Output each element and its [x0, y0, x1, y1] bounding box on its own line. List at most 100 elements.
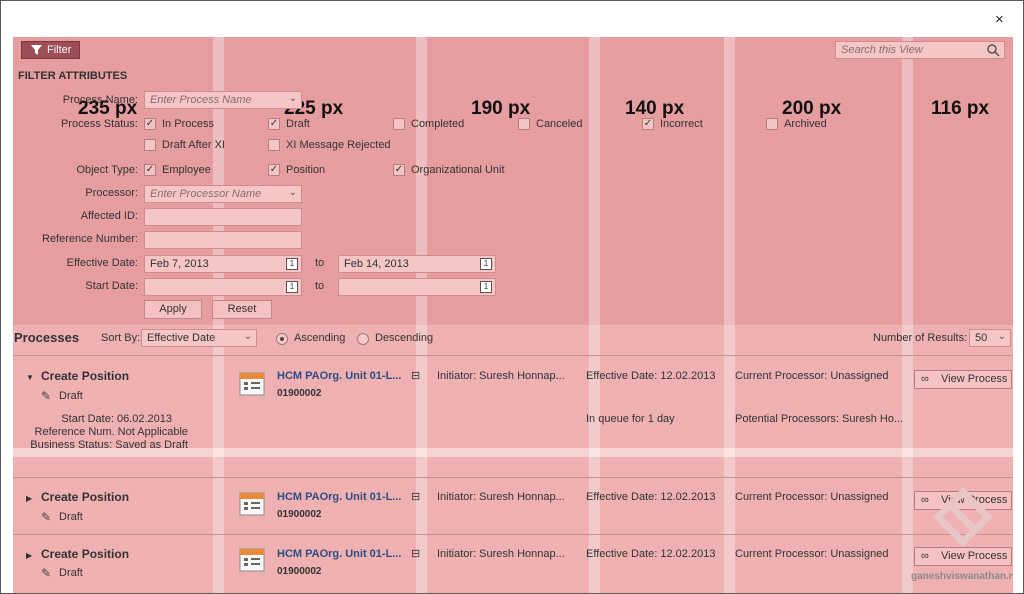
close-icon[interactable]: ×	[995, 11, 1004, 28]
watermark-logo	[933, 487, 993, 547]
object-checkbox-position[interactable]: ✓	[268, 164, 280, 176]
filter-button-label: Filter	[47, 44, 72, 56]
status-checkbox-xi-message-rejected[interactable]	[268, 139, 280, 151]
process-status: Draft	[59, 567, 83, 579]
search-placeholder: Search this View	[841, 44, 923, 56]
process-title[interactable]: Create Position	[41, 370, 129, 383]
status-label-in-process: In Process	[162, 118, 214, 130]
ascending-radio[interactable]	[276, 333, 288, 345]
object-type-label: Object Type:	[76, 164, 138, 176]
object-checkbox-employee[interactable]: ✓	[144, 164, 156, 176]
initiator: Initiator: Suresh Honnap...	[437, 370, 565, 382]
calendar-icon[interactable]: 1	[480, 258, 492, 270]
descending-radio[interactable]	[357, 333, 369, 345]
effective-date-from-value: Feb 7, 2013	[150, 258, 209, 270]
start-date-value: Start Date: 06.02.2013	[61, 413, 172, 425]
process-title[interactable]: Create Position	[41, 548, 129, 561]
search-icon	[987, 44, 1000, 57]
effective-date-to-value: Feb 14, 2013	[344, 258, 409, 270]
row-divider	[13, 534, 1013, 535]
reference-number-label: Reference Number:	[42, 233, 138, 245]
object-link[interactable]: HCM PAOrg. Unit 01-L...	[277, 491, 401, 503]
potential-processors: Potential Processors: Suresh Ho...	[735, 413, 904, 425]
details-icon[interactable]: ⊟	[411, 491, 420, 504]
start-date-from[interactable]: 1	[144, 278, 302, 296]
status-checkbox-draft-after-xi[interactable]	[144, 139, 156, 151]
initiator: Initiator: Suresh Honnap...	[437, 548, 565, 560]
object-label-position: Position	[286, 164, 326, 176]
affected-id-label: Affected ID:	[80, 210, 138, 222]
reset-button[interactable]: Reset	[212, 300, 272, 319]
object-label-org-unit: Organizational Unit	[411, 164, 505, 176]
pencil-icon: ✎	[41, 566, 52, 580]
status-checkbox-completed[interactable]	[393, 118, 405, 130]
column-width-label: 190 px	[471, 98, 531, 119]
view-process-label: View Process	[941, 373, 1008, 385]
processes-title: Processes	[14, 330, 80, 345]
effective-date-from[interactable]: Feb 7, 2013 1	[144, 255, 302, 273]
details-icon[interactable]: ⊟	[411, 548, 420, 561]
sort-by-value: Effective Date	[147, 332, 216, 344]
object-link[interactable]: HCM PAOrg. Unit 01-L...	[277, 370, 401, 382]
to-label: to	[315, 280, 325, 292]
current-processor: Current Processor: Unassigned	[735, 548, 889, 560]
reference-number-input[interactable]	[144, 231, 302, 249]
column-width-label: 200 px	[782, 98, 842, 119]
watermark-text: ganeshviswanathan.net	[911, 571, 1013, 582]
status-label-draft-after-xi: Draft After XI	[162, 139, 225, 151]
results-select[interactable]: 50 ⌄	[969, 329, 1011, 347]
calendar-icon[interactable]: 1	[286, 258, 298, 270]
effective-date: Effective Date: 12.02.2013	[586, 548, 716, 560]
expand-arrow-icon[interactable]: ▶	[26, 492, 32, 505]
column-guide	[589, 37, 600, 593]
effective-date-label: Effective Date:	[66, 257, 138, 269]
to-label: to	[315, 257, 325, 269]
results-value: 50	[975, 332, 988, 344]
status-label-completed: Completed	[411, 118, 465, 130]
process-name-label: Process Name:	[62, 94, 138, 106]
current-processor: Current Processor: Unassigned	[735, 491, 889, 503]
queue-duration: In queue for 1 day	[586, 413, 675, 425]
chevron-down-icon: ⌄	[243, 331, 252, 342]
process-name-combobox[interactable]: Enter Process Name ⌄	[144, 91, 302, 109]
header-divider	[13, 355, 1013, 356]
status-label-draft: Draft	[286, 118, 310, 130]
sort-by-select[interactable]: Effective Date ⌄	[141, 329, 257, 347]
ascending-label: Ascending	[294, 332, 346, 344]
process-title[interactable]: Create Position	[41, 491, 129, 504]
status-checkbox-canceled[interactable]	[518, 118, 530, 130]
reference-value: Reference Num. Not Applicable	[34, 426, 188, 438]
processor-label: Processor:	[85, 187, 138, 199]
calendar-icon[interactable]: 1	[286, 281, 298, 293]
pencil-icon: ✎	[41, 389, 52, 403]
current-processor: Current Processor: Unassigned	[735, 370, 889, 382]
object-id: 01900002	[277, 566, 322, 577]
effective-date-to[interactable]: Feb 14, 2013 1	[338, 255, 496, 273]
filter-button[interactable]: Filter	[21, 41, 80, 59]
org-unit-icon	[239, 492, 265, 516]
search-input[interactable]: Search this View	[835, 41, 1005, 59]
status-label-canceled: Canceled	[536, 118, 583, 130]
object-checkbox-org-unit[interactable]: ✓	[393, 164, 405, 176]
object-link[interactable]: HCM PAOrg. Unit 01-L...	[277, 548, 401, 560]
apply-button[interactable]: Apply	[144, 300, 202, 319]
initiator: Initiator: Suresh Honnap...	[437, 491, 565, 503]
start-date-to[interactable]: 1	[338, 278, 496, 296]
status-checkbox-draft[interactable]: ✓	[268, 118, 280, 130]
details-icon[interactable]: ⊟	[411, 370, 420, 383]
calendar-icon[interactable]: 1	[480, 281, 492, 293]
collapse-arrow-icon[interactable]: ▼	[26, 371, 34, 384]
object-id: 01900002	[277, 509, 322, 520]
status-label-archived: Archived	[784, 118, 827, 130]
affected-id-input[interactable]	[144, 208, 302, 226]
glasses-icon: ∞	[921, 373, 929, 385]
status-checkbox-archived[interactable]	[766, 118, 778, 130]
filter-heading: FILTER ATTRIBUTES	[18, 70, 128, 82]
view-process-button[interactable]: ∞ View Process	[914, 370, 1012, 389]
expand-arrow-icon[interactable]: ▶	[26, 549, 32, 562]
object-label-employee: Employee	[162, 164, 211, 176]
column-guide	[724, 37, 735, 593]
status-checkbox-incorrect[interactable]: ✓	[642, 118, 654, 130]
processor-combobox[interactable]: Enter Processor Name ⌄	[144, 185, 302, 203]
status-checkbox-in-process[interactable]: ✓	[144, 118, 156, 130]
